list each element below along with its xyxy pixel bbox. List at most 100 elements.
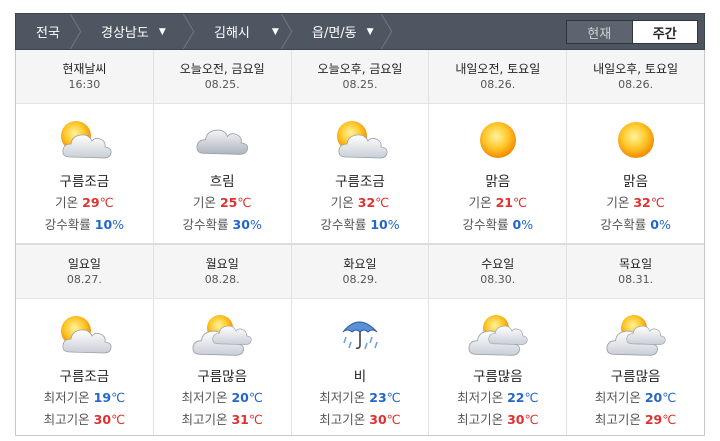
forecast-cell: 내일오전, 토요일 08.26. 맑음 기온 21℃ 강수확률 0% xyxy=(429,50,568,243)
mostly-cloudy-icon xyxy=(429,305,566,365)
min-temp-value: 22 xyxy=(507,390,525,405)
min-temp-value: 20 xyxy=(644,390,663,405)
min-temp-unit: ℃ xyxy=(386,390,401,405)
temp-unit: ℃ xyxy=(512,195,528,210)
mostly-cloudy-icon xyxy=(567,305,704,365)
cell-date: 08.30. xyxy=(480,273,516,286)
rain-line: 강수확률 0% xyxy=(429,214,566,236)
breadcrumb-separator-icon xyxy=(380,14,393,49)
province-dropdown[interactable]: 경상남도 ▼ xyxy=(83,14,196,49)
min-temp-unit: ℃ xyxy=(524,390,539,405)
max-temp-line: 최고기온 30℃ xyxy=(429,409,566,431)
toggle-week-button[interactable]: 주간 xyxy=(631,21,697,43)
weather-condition: 흐림 xyxy=(209,174,235,190)
rain-unit: % xyxy=(112,217,125,232)
cell-date: 16:30 xyxy=(68,78,101,91)
min-temp-label: 최저기온 xyxy=(457,390,504,405)
forecast-cell: 화요일 08.29. 비 최저기온 23℃ 최고기온 30℃ xyxy=(291,245,430,435)
max-temp-label: 최고기온 xyxy=(594,412,641,427)
min-temp-value: 19 xyxy=(93,390,112,405)
temp-unit: ℃ xyxy=(375,195,390,210)
chevron-down-icon: ▼ xyxy=(271,26,279,37)
temp-value: 32 xyxy=(633,195,651,210)
forecast-cell: 현재날씨 16:30 구름조금 기온 29℃ 강수확률 10% xyxy=(16,50,154,243)
rain-label: 강수확률 xyxy=(600,217,647,232)
min-temp-unit: ℃ xyxy=(248,390,263,405)
cell-date: 08.27. xyxy=(66,273,102,286)
temp-value: 29 xyxy=(82,195,100,210)
rain-line: 강수확률 10% xyxy=(292,214,429,236)
temperature-line: 기온 32℃ xyxy=(567,192,704,214)
min-temp-label: 최저기온 xyxy=(181,390,228,405)
min-temp-label: 최저기온 xyxy=(594,390,641,405)
max-temp-line: 최고기온 29℃ xyxy=(567,409,704,431)
cell-date: 08.31. xyxy=(618,273,654,286)
max-temp-unit: ℃ xyxy=(662,412,677,427)
max-temp-label: 최고기온 xyxy=(319,412,366,427)
cell-title: 일요일 xyxy=(67,257,101,271)
max-temp-line: 최고기온 30℃ xyxy=(16,409,153,431)
min-temp-line: 최저기온 20℃ xyxy=(154,387,291,409)
weekly-forecast-row: 일요일 08.27. 구름조금 최저기온 19℃ 최고기온 30℃ 월요일 08… xyxy=(16,243,704,435)
weather-condition: 구름많음 xyxy=(610,369,661,385)
cell-title: 오늘오전, 금요일 xyxy=(179,62,265,76)
cell-header: 오늘오전, 금요일 08.25. xyxy=(153,50,291,104)
city-dropdown[interactable]: 김해시 ▼ xyxy=(196,14,294,49)
breadcrumb-separator-icon xyxy=(69,14,82,49)
mostly-cloudy-icon xyxy=(154,305,291,365)
breadcrumb-country[interactable]: 전국 xyxy=(16,14,83,49)
rain-unit: % xyxy=(521,217,534,232)
view-toggle: 현재 주간 xyxy=(566,20,698,44)
toggle-now-button[interactable]: 현재 xyxy=(567,21,632,43)
max-temp-label: 최고기온 xyxy=(181,412,228,427)
max-temp-label: 최고기온 xyxy=(457,412,504,427)
breadcrumb-country-label: 전국 xyxy=(36,26,60,41)
sunny-icon xyxy=(429,110,566,170)
rain-label: 강수확률 xyxy=(44,217,91,232)
cell-title: 월요일 xyxy=(205,257,239,271)
rain-unit: % xyxy=(249,217,262,232)
weather-condition: 구름많음 xyxy=(472,369,523,385)
min-temp-line: 최저기온 19℃ xyxy=(16,387,153,409)
min-temp-unit: ℃ xyxy=(111,390,126,405)
weather-condition: 구름조금 xyxy=(335,174,385,190)
temp-label: 기온 xyxy=(468,195,492,210)
forecast-grid: 현재날씨 16:30 구름조금 기온 29℃ 강수확률 10% 오늘오전, 금요… xyxy=(15,50,705,436)
cell-title: 오늘오후, 금요일 xyxy=(317,62,403,76)
breadcrumb-separator-icon xyxy=(280,14,293,49)
rain-label: 강수확률 xyxy=(320,217,367,232)
forecast-cell: 오늘오후, 금요일 08.25. 구름조금 기온 32℃ 강수확률 10% xyxy=(291,50,430,243)
weather-condition: 구름조금 xyxy=(59,174,110,190)
temp-unit: ℃ xyxy=(99,195,114,210)
rain-value: 10 xyxy=(370,217,388,232)
max-temp-value: 31 xyxy=(231,412,249,427)
cloudy-icon xyxy=(154,110,291,170)
min-temp-line: 최저기온 20℃ xyxy=(567,387,704,409)
min-temp-label: 최저기온 xyxy=(319,390,366,405)
town-dropdown[interactable]: 읍/면/동 ▼ xyxy=(294,14,394,49)
max-temp-line: 최고기온 31℃ xyxy=(154,409,291,431)
max-temp-unit: ℃ xyxy=(111,412,126,427)
rain-value: 10 xyxy=(94,217,113,232)
cell-header: 목요일 08.31. xyxy=(567,245,704,299)
max-temp-value: 30 xyxy=(369,412,387,427)
cell-date: 08.25. xyxy=(204,78,240,91)
forecast-cell: 수요일 08.30. 구름많음 최저기온 22℃ 최고기온 30℃ xyxy=(429,245,568,435)
temp-unit: ℃ xyxy=(237,195,252,210)
weather-condition: 맑음 xyxy=(623,174,648,190)
current-forecast-row: 현재날씨 16:30 구름조금 기온 29℃ 강수확률 10% 오늘오전, 금요… xyxy=(16,50,704,243)
temperature-line: 기온 21℃ xyxy=(429,192,566,214)
weather-condition: 구름조금 xyxy=(59,369,110,385)
rain-value: 0 xyxy=(650,217,659,232)
cell-header: 수요일 08.30. xyxy=(429,245,567,299)
rain-label: 강수확률 xyxy=(462,217,509,232)
temperature-line: 기온 29℃ xyxy=(16,192,153,214)
rain-value: 30 xyxy=(232,217,250,232)
rain-label: 강수확률 xyxy=(182,217,229,232)
min-temp-line: 최저기온 22℃ xyxy=(429,387,566,409)
rain-line: 강수확률 30% xyxy=(154,214,291,236)
rain-unit: % xyxy=(387,217,400,232)
max-temp-label: 최고기온 xyxy=(43,412,90,427)
rain-icon xyxy=(292,305,429,365)
sunny-icon xyxy=(567,110,704,170)
